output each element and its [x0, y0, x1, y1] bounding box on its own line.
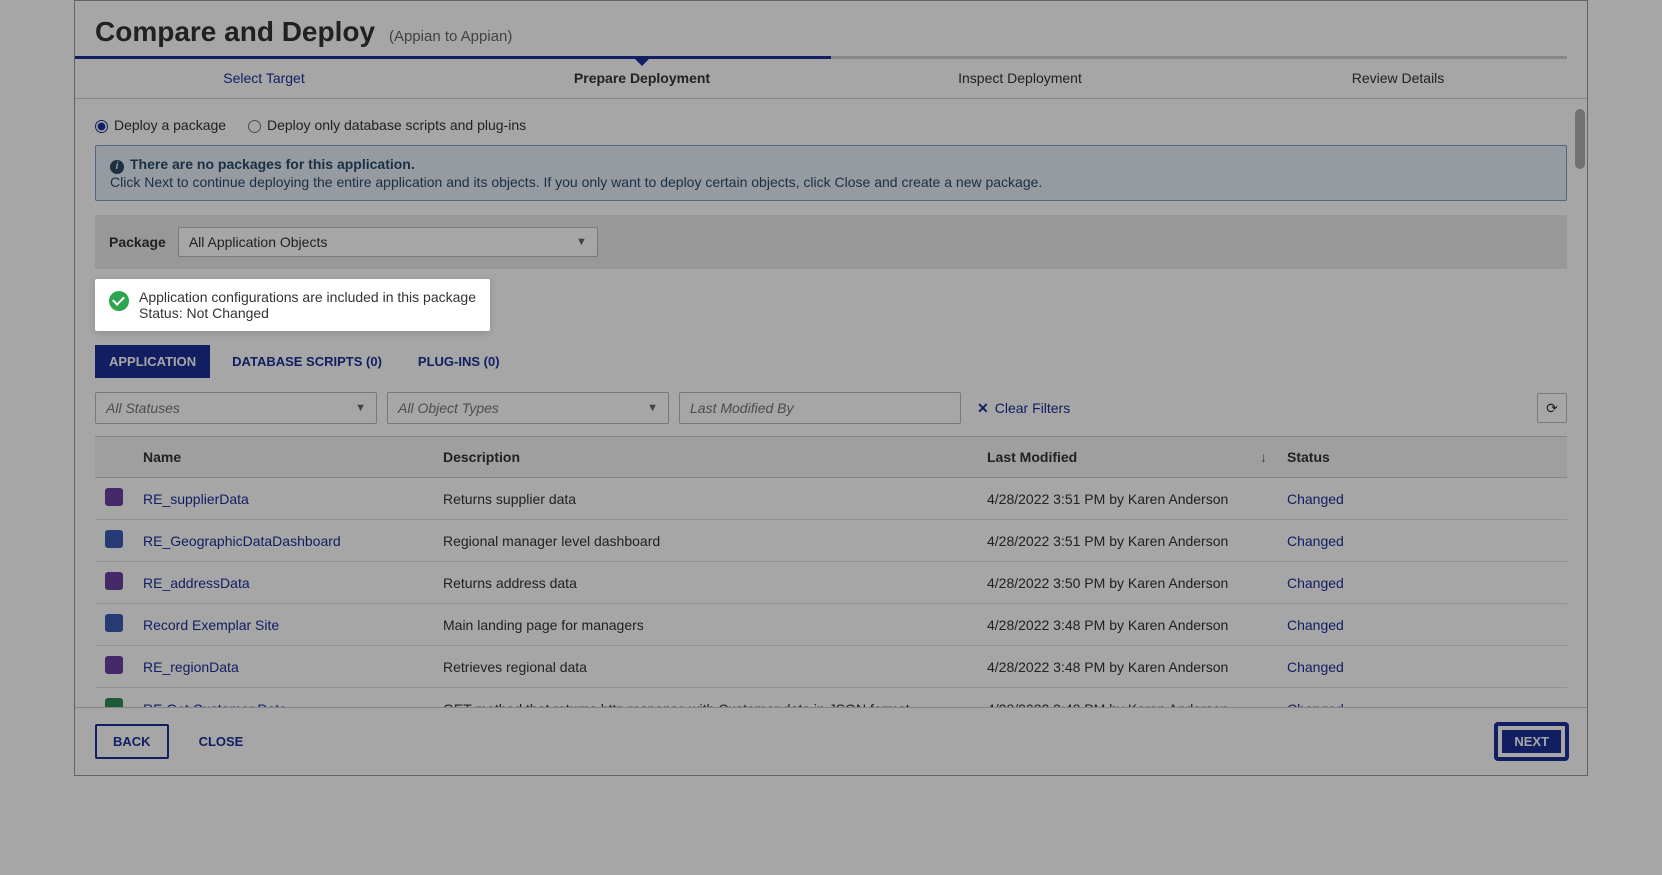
caret-down-icon: ▼ [576, 236, 587, 248]
object-name-link[interactable]: RE_GeographicDataDashboard [133, 520, 433, 562]
refresh-icon: ⟳ [1546, 400, 1558, 417]
radio-deploy-scripts-label: Deploy only database scripts and plug-in… [267, 117, 526, 133]
object-last-modified: 4/28/2022 3:48 PM by Karen Anderson [977, 604, 1277, 646]
object-description: Retrieves regional data [433, 646, 977, 688]
banner-body: Click Next to continue deploying the ent… [110, 174, 1552, 190]
object-type-icon [105, 698, 123, 707]
object-type-icon [105, 572, 123, 590]
clear-filters-label: Clear Filters [995, 400, 1070, 416]
page-subtitle: (Appian to Appian) [389, 28, 512, 45]
object-type-icon [105, 488, 123, 506]
close-button[interactable]: CLOSE [183, 726, 260, 757]
object-description: Regional manager level dashboard [433, 520, 977, 562]
col-status[interactable]: Status [1277, 437, 1567, 478]
objects-table: Name Description Last Modified↓ Status R… [95, 436, 1567, 707]
object-description: GET method that returns http response wi… [433, 688, 977, 708]
check-circle-icon [109, 291, 129, 311]
filter-status-placeholder: All Statuses [106, 400, 180, 416]
tab-database-scripts[interactable]: DATABASE SCRIPTS (0) [218, 345, 396, 378]
table-row: RE_supplierDataReturns supplier data4/28… [95, 478, 1567, 520]
caret-down-icon: ▼ [355, 402, 366, 414]
object-name-link[interactable]: RE_supplierData [133, 478, 433, 520]
info-banner: i There are no packages for this applicat… [95, 145, 1567, 201]
object-type-icon [105, 614, 123, 632]
step-prepare-deployment[interactable]: Prepare Deployment [453, 56, 831, 98]
page-title: Compare and Deploy [95, 16, 375, 48]
object-last-modified: 4/28/2022 3:48 PM by Karen Anderson [977, 688, 1277, 708]
filter-type-placeholder: All Object Types [398, 400, 499, 416]
object-status[interactable]: Changed [1277, 688, 1567, 708]
package-bar: Package All Application Objects ▼ [95, 215, 1567, 269]
filter-type-dropdown[interactable]: All Object Types ▼ [387, 392, 669, 424]
col-last-modified[interactable]: Last Modified↓ [977, 437, 1277, 478]
banner-title: There are no packages for this applicati… [130, 156, 415, 172]
object-name-link[interactable]: RE_regionData [133, 646, 433, 688]
object-type-icon [105, 530, 123, 548]
filter-status-dropdown[interactable]: All Statuses ▼ [95, 392, 377, 424]
package-label: Package [109, 234, 166, 250]
col-icon [95, 437, 133, 478]
table-row: Record Exemplar SiteMain landing page fo… [95, 604, 1567, 646]
object-description: Returns supplier data [433, 478, 977, 520]
object-status[interactable]: Changed [1277, 604, 1567, 646]
table-row: RE_regionDataRetrieves regional data4/28… [95, 646, 1567, 688]
radio-deploy-package[interactable]: Deploy a package [95, 117, 226, 133]
table-row: RE_addressDataReturns address data4/28/2… [95, 562, 1567, 604]
wizard-stepper: Select Target Prepare Deployment Inspect… [75, 56, 1587, 99]
object-description: Returns address data [433, 562, 977, 604]
object-last-modified: 4/28/2022 3:50 PM by Karen Anderson [977, 562, 1277, 604]
object-status[interactable]: Changed [1277, 646, 1567, 688]
object-last-modified: 4/28/2022 3:51 PM by Karen Anderson [977, 520, 1277, 562]
radio-deploy-package-label: Deploy a package [114, 117, 226, 133]
next-button[interactable]: NEXT [1496, 724, 1567, 759]
config-status-line1: Application configurations are included … [139, 289, 476, 305]
object-type-icon [105, 656, 123, 674]
info-icon: i [110, 160, 124, 174]
object-name-link[interactable]: RE_addressData [133, 562, 433, 604]
step-review-details: Review Details [1209, 56, 1587, 98]
object-status[interactable]: Changed [1277, 478, 1567, 520]
tab-application[interactable]: APPLICATION [95, 345, 210, 378]
object-last-modified: 4/28/2022 3:48 PM by Karen Anderson [977, 646, 1277, 688]
tab-plugins[interactable]: PLUG-INS (0) [404, 345, 514, 378]
caret-down-icon: ▼ [647, 402, 658, 414]
package-dropdown[interactable]: All Application Objects ▼ [178, 227, 598, 257]
object-name-link[interactable]: Record Exemplar Site [133, 604, 433, 646]
clear-filters-link[interactable]: ✕ Clear Filters [977, 400, 1070, 417]
radio-deploy-scripts[interactable]: Deploy only database scripts and plug-in… [248, 117, 526, 133]
step-select-target[interactable]: Select Target [75, 56, 453, 98]
config-status-line2: Status: Not Changed [139, 305, 476, 321]
scrollbar[interactable] [1575, 109, 1585, 169]
table-row: RE Get Customer DataGET method that retu… [95, 688, 1567, 708]
back-button[interactable]: BACK [95, 724, 169, 759]
col-description[interactable]: Description [433, 437, 977, 478]
filter-modified-by-input[interactable] [679, 392, 961, 424]
object-status[interactable]: Changed [1277, 562, 1567, 604]
step-inspect-deployment: Inspect Deployment [831, 56, 1209, 98]
table-row: RE_GeographicDataDashboardRegional manag… [95, 520, 1567, 562]
col-name[interactable]: Name [133, 437, 433, 478]
object-description: Main landing page for managers [433, 604, 977, 646]
refresh-button[interactable]: ⟳ [1537, 393, 1567, 423]
config-status-callout: Application configurations are included … [95, 279, 490, 331]
package-dropdown-value: All Application Objects [189, 234, 328, 250]
sort-desc-icon: ↓ [1260, 449, 1267, 465]
object-last-modified: 4/28/2022 3:51 PM by Karen Anderson [977, 478, 1277, 520]
object-name-link[interactable]: RE Get Customer Data [133, 688, 433, 708]
object-status[interactable]: Changed [1277, 520, 1567, 562]
close-icon: ✕ [977, 400, 989, 417]
